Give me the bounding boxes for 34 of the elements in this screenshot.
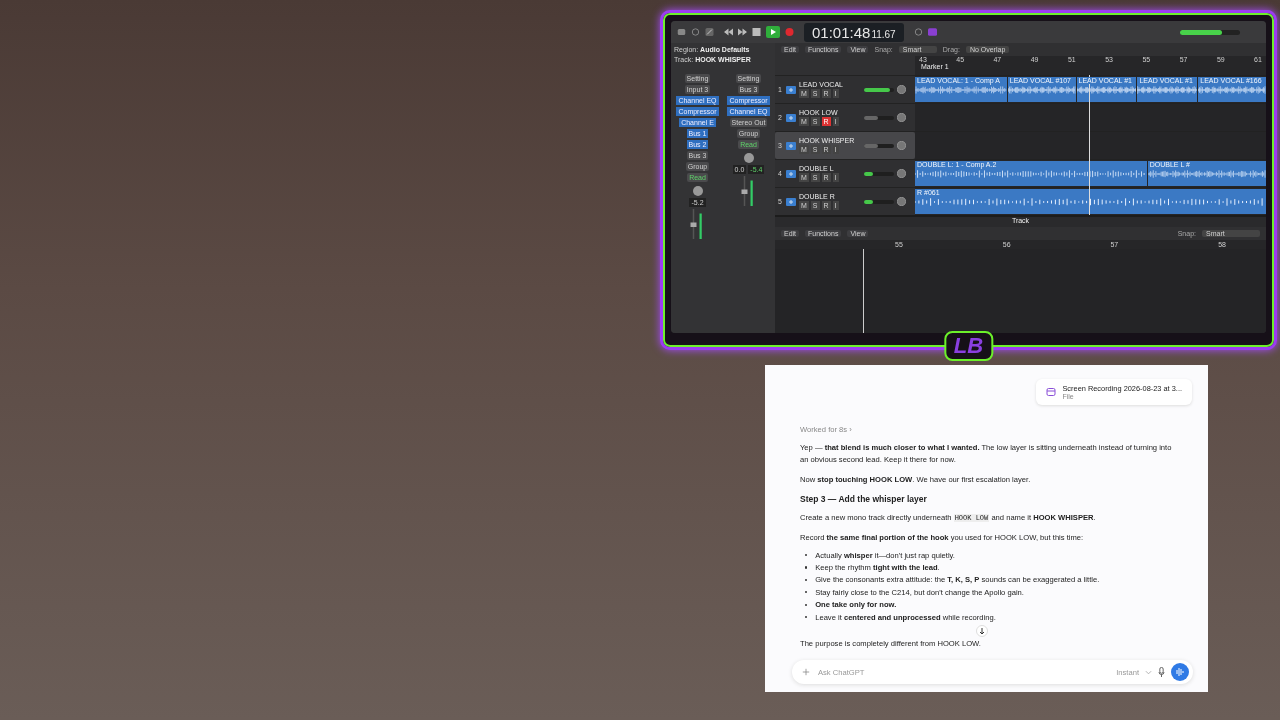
waveform-drawing xyxy=(1198,84,1266,96)
pencil-icon[interactable] xyxy=(705,28,714,36)
pan-knob[interactable] xyxy=(897,169,906,178)
rewind-icon[interactable] xyxy=(724,28,733,36)
time-text: 01:01:48 xyxy=(812,23,871,41)
play-button[interactable] xyxy=(766,26,780,38)
master-volume-slider[interactable] xyxy=(1180,29,1240,35)
pan-knob[interactable] xyxy=(897,113,906,122)
pan-knob[interactable] xyxy=(897,141,906,150)
microphone-icon[interactable] xyxy=(1158,667,1165,677)
waveform-drawing xyxy=(1076,84,1137,96)
volume-slider[interactable] xyxy=(864,143,894,148)
frames-text: 11.67 xyxy=(871,28,896,40)
volume-slider[interactable] xyxy=(864,115,894,120)
volume-slider[interactable] xyxy=(864,87,894,92)
scroll-down-button[interactable] xyxy=(976,625,988,638)
record-icon[interactable] xyxy=(785,28,794,36)
video-file-icon xyxy=(1046,387,1057,397)
waveform-drawing xyxy=(1137,84,1198,96)
volume-slider[interactable] xyxy=(864,171,894,176)
voice-mode-button[interactable] xyxy=(1171,663,1189,681)
logo-text: LB xyxy=(943,331,994,361)
pan-knob[interactable] xyxy=(897,85,906,94)
bullet-icon xyxy=(805,566,808,569)
pan-knob[interactable] xyxy=(897,197,906,206)
stop-icon[interactable] xyxy=(752,28,761,36)
pan-knob[interactable] xyxy=(692,186,703,196)
step-heading: Step 3 — Add the whisper layer xyxy=(800,494,928,504)
volume-slider[interactable] xyxy=(864,199,894,204)
fast-forward-icon[interactable] xyxy=(738,28,747,36)
playhead-line[interactable] xyxy=(863,249,865,333)
pan-knob[interactable] xyxy=(743,153,754,163)
waveform-drawing xyxy=(1007,84,1076,96)
playhead-line[interactable] xyxy=(1089,75,1091,215)
